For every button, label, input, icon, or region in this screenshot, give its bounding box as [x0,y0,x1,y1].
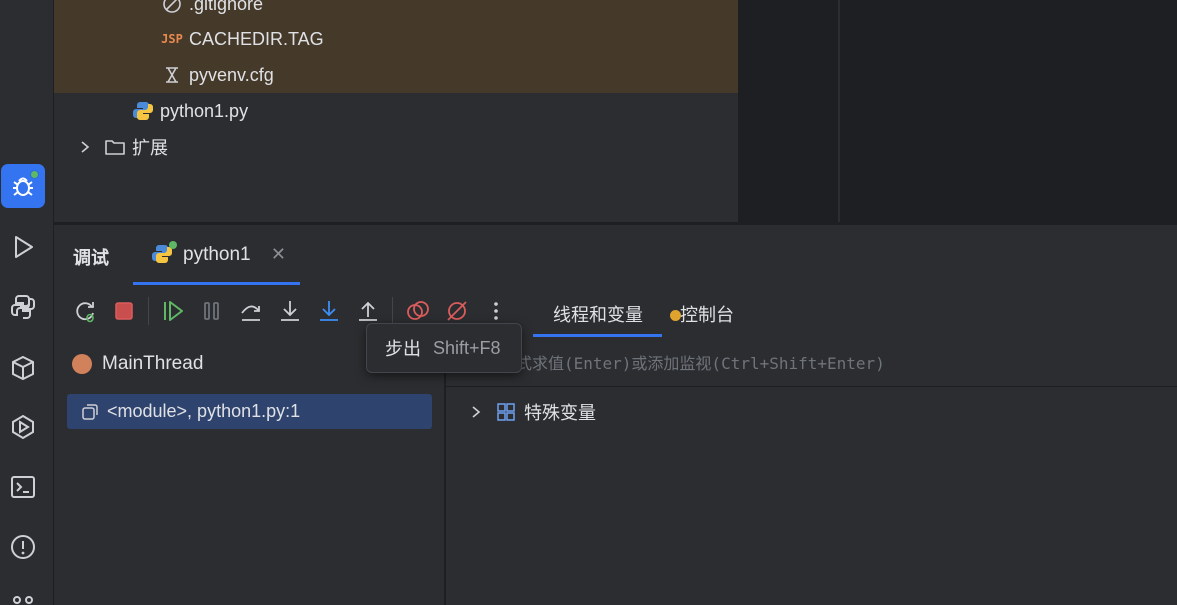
tree-item-cachedir[interactable]: JSP CACHEDIR.TAG [54,21,738,57]
packages-icon [12,355,34,381]
terminal-button[interactable] [1,465,45,509]
breakpoints-icon [407,301,429,320]
editor-divider [838,0,840,222]
variable-label: 特殊变量 [524,403,596,423]
tooltip-shortcut: Shift+F8 [433,337,501,358]
folder-icon [104,136,126,158]
step-into-icon [281,301,299,321]
chevron-right-icon[interactable] [78,136,92,158]
more-vertical-icon [494,302,498,320]
pause-icon [204,302,219,320]
terminal-icon [11,476,35,498]
run-tool-button[interactable] [1,225,45,269]
rerun-button[interactable] [72,297,100,325]
run-icon [15,236,33,258]
debug-tool-button[interactable] [1,164,45,208]
mute-breakpoints-icon [447,301,467,321]
thread-status-icon [72,354,92,374]
jsp-file-icon: JSP [161,32,183,46]
frames-panel: MainThread <module>, python1.py:1 [54,337,444,605]
git-icon [13,596,33,604]
tree-item-label: CACHEDIR.TAG [189,28,324,49]
view-breakpoints-button[interactable] [404,297,432,325]
resume-button[interactable] [159,297,187,325]
evaluate-expression-input[interactable]: 式求值(Enter)或添加监视(Ctrl+Shift+Enter) [446,337,1177,387]
problems-icon [11,535,35,559]
problems-button[interactable] [1,525,45,569]
pause-button[interactable] [198,297,226,325]
step-out-button[interactable] [354,297,382,325]
python-icon [11,295,35,319]
more-options-button[interactable] [482,297,510,325]
mute-breakpoints-button[interactable] [443,297,471,325]
step-out-icon [359,301,377,321]
activity-bar [0,0,54,605]
thread-name: MainThread [102,353,204,374]
step-over-button[interactable] [237,297,265,325]
console-badge-icon [670,310,681,321]
config-file-icon [161,64,183,86]
chevron-right-icon[interactable] [470,405,482,419]
smart-step-into-button[interactable] [315,297,343,325]
tooltip-label: 步出 [385,339,421,359]
frame-icon [81,403,99,421]
toolbar-divider [392,297,393,325]
project-tree: .gitignore JSP CACHEDIR.TAG pyvenv.cfg p… [54,0,738,222]
stack-frame-row[interactable]: <module>, python1.py:1 [67,394,432,429]
tree-item-label: 扩展 [132,138,168,158]
rerun-debug-icon [76,302,94,323]
step-over-icon [241,305,260,321]
tree-item-label: python1.py [160,100,249,121]
tree-item-gitignore[interactable]: .gitignore [54,0,738,22]
tab-threads-variables[interactable]: 线程和变量 [553,301,643,327]
stop-icon [115,302,133,320]
tab-console[interactable]: 控制台 [670,301,734,327]
tab-label: python1 [183,244,251,265]
editor-area [738,0,1177,222]
tool-window-title: 调试 [73,248,109,268]
git-button[interactable] [1,584,45,605]
debug-toolbar: 线程和变量 控制台 [54,285,1177,337]
step-into-my-code-icon [320,301,338,321]
variables-panel: 式求值(Enter)或添加监视(Ctrl+Shift+Enter) 特殊变量 [446,337,1177,605]
python-console-button[interactable] [1,285,45,329]
frame-label: <module>, python1.py:1 [107,401,301,421]
tree-item-pyvenv[interactable]: pyvenv.cfg [54,57,738,93]
tree-item-extensions[interactable]: 扩展 [54,129,738,165]
debug-tab-bar: 调试 python1 ✕ [54,225,1177,285]
stop-button[interactable] [110,297,138,325]
toolbar-divider [148,297,149,325]
step-out-tooltip: 步出 Shift+F8 [366,323,522,373]
variable-row-special[interactable]: 特殊变量 [470,399,596,425]
gitignore-icon [161,0,183,15]
python-packages-button[interactable] [1,346,45,390]
tree-item-label: .gitignore [189,0,264,14]
python-file-icon [132,100,154,122]
status-dot [30,170,39,179]
close-icon[interactable]: ✕ [271,244,286,265]
step-into-button[interactable] [276,297,304,325]
tree-item-label: pyvenv.cfg [189,64,274,85]
special-variables-icon [496,402,516,422]
resume-icon [164,301,183,321]
python-run-icon [151,241,177,267]
tree-item-python1[interactable]: python1.py [54,93,738,129]
thread-selector[interactable]: MainThread [72,353,203,375]
tab-python1[interactable]: python1 ✕ [133,225,300,285]
services-icon [12,414,34,440]
services-button[interactable] [1,405,45,449]
